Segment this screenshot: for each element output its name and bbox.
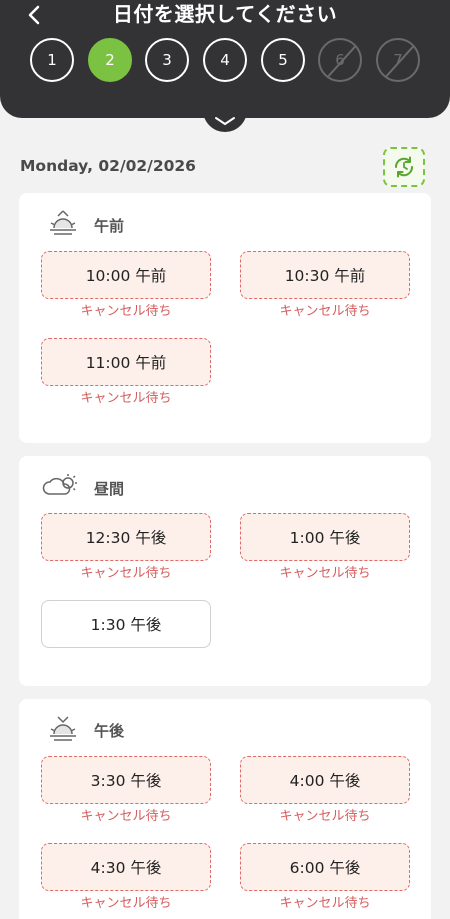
section-title: 昼間 xyxy=(94,480,125,498)
waitlist-label: キャンセル待ち xyxy=(279,809,371,824)
time-slot[interactable]: 6:00 午後 xyxy=(240,843,410,891)
time-slot[interactable]: 10:30 午前 xyxy=(240,251,410,299)
waitlist-label: キャンセル待ち xyxy=(279,896,371,911)
time-slot[interactable]: 4:00 午後 xyxy=(240,756,410,804)
waitlist-label: キャンセル待ち xyxy=(279,304,371,319)
day-button-4[interactable]: 4 xyxy=(203,38,247,82)
afternoon-section: 昼間 12:30 午後 キャンセル待ち 1:00 午後 キャンセル待ち 1:30… xyxy=(19,456,431,686)
time-slot[interactable]: 3:30 午後 xyxy=(41,756,211,804)
day-button-5[interactable]: 5 xyxy=(261,38,305,82)
time-slot[interactable]: 10:00 午前 xyxy=(41,251,211,299)
time-slot[interactable]: 12:30 午後 xyxy=(41,513,211,561)
sunset-icon xyxy=(50,716,76,741)
page-title: 日付を選択してください xyxy=(112,2,338,26)
waitlist-label: キャンセル待ち xyxy=(80,391,172,406)
cloud-sun-icon xyxy=(42,474,77,495)
evening-section: 午後 3:30 午後 キャンセル待ち 4:00 午後 キャンセル待ち 4:30 … xyxy=(19,699,431,919)
waitlist-label: キャンセル待ち xyxy=(80,809,172,824)
day-button-7: 7 xyxy=(376,38,420,82)
date-header: 日付を選択してください 1 2 3 4 5 6 7 xyxy=(0,0,450,118)
refresh-button[interactable] xyxy=(383,147,425,187)
selected-date: Monday, 02/02/2026 xyxy=(20,157,196,175)
section-title: 午後 xyxy=(94,722,125,740)
time-slot[interactable]: 1:30 午後 xyxy=(41,600,211,648)
waitlist-label: キャンセル待ち xyxy=(80,566,172,581)
time-slot[interactable]: 4:30 午後 xyxy=(41,843,211,891)
sunrise-icon xyxy=(50,210,76,235)
time-slot[interactable]: 11:00 午前 xyxy=(41,338,211,386)
refresh-clock-icon xyxy=(394,156,414,178)
day-button-3[interactable]: 3 xyxy=(145,38,189,82)
morning-section: 午前 10:00 午前 キャンセル待ち 10:30 午前 キャンセル待ち 11:… xyxy=(19,193,431,443)
waitlist-label: キャンセル待ち xyxy=(279,566,371,581)
day-button-6: 6 xyxy=(318,38,362,82)
time-slot[interactable]: 1:00 午後 xyxy=(240,513,410,561)
collapse-toggle[interactable] xyxy=(203,110,247,132)
waitlist-label: キャンセル待ち xyxy=(80,896,172,911)
day-button-2[interactable]: 2 xyxy=(88,38,132,82)
chevron-down-icon xyxy=(215,117,235,126)
day-button-1[interactable]: 1 xyxy=(30,38,74,82)
waitlist-label: キャンセル待ち xyxy=(80,304,172,319)
section-title: 午前 xyxy=(94,217,125,235)
